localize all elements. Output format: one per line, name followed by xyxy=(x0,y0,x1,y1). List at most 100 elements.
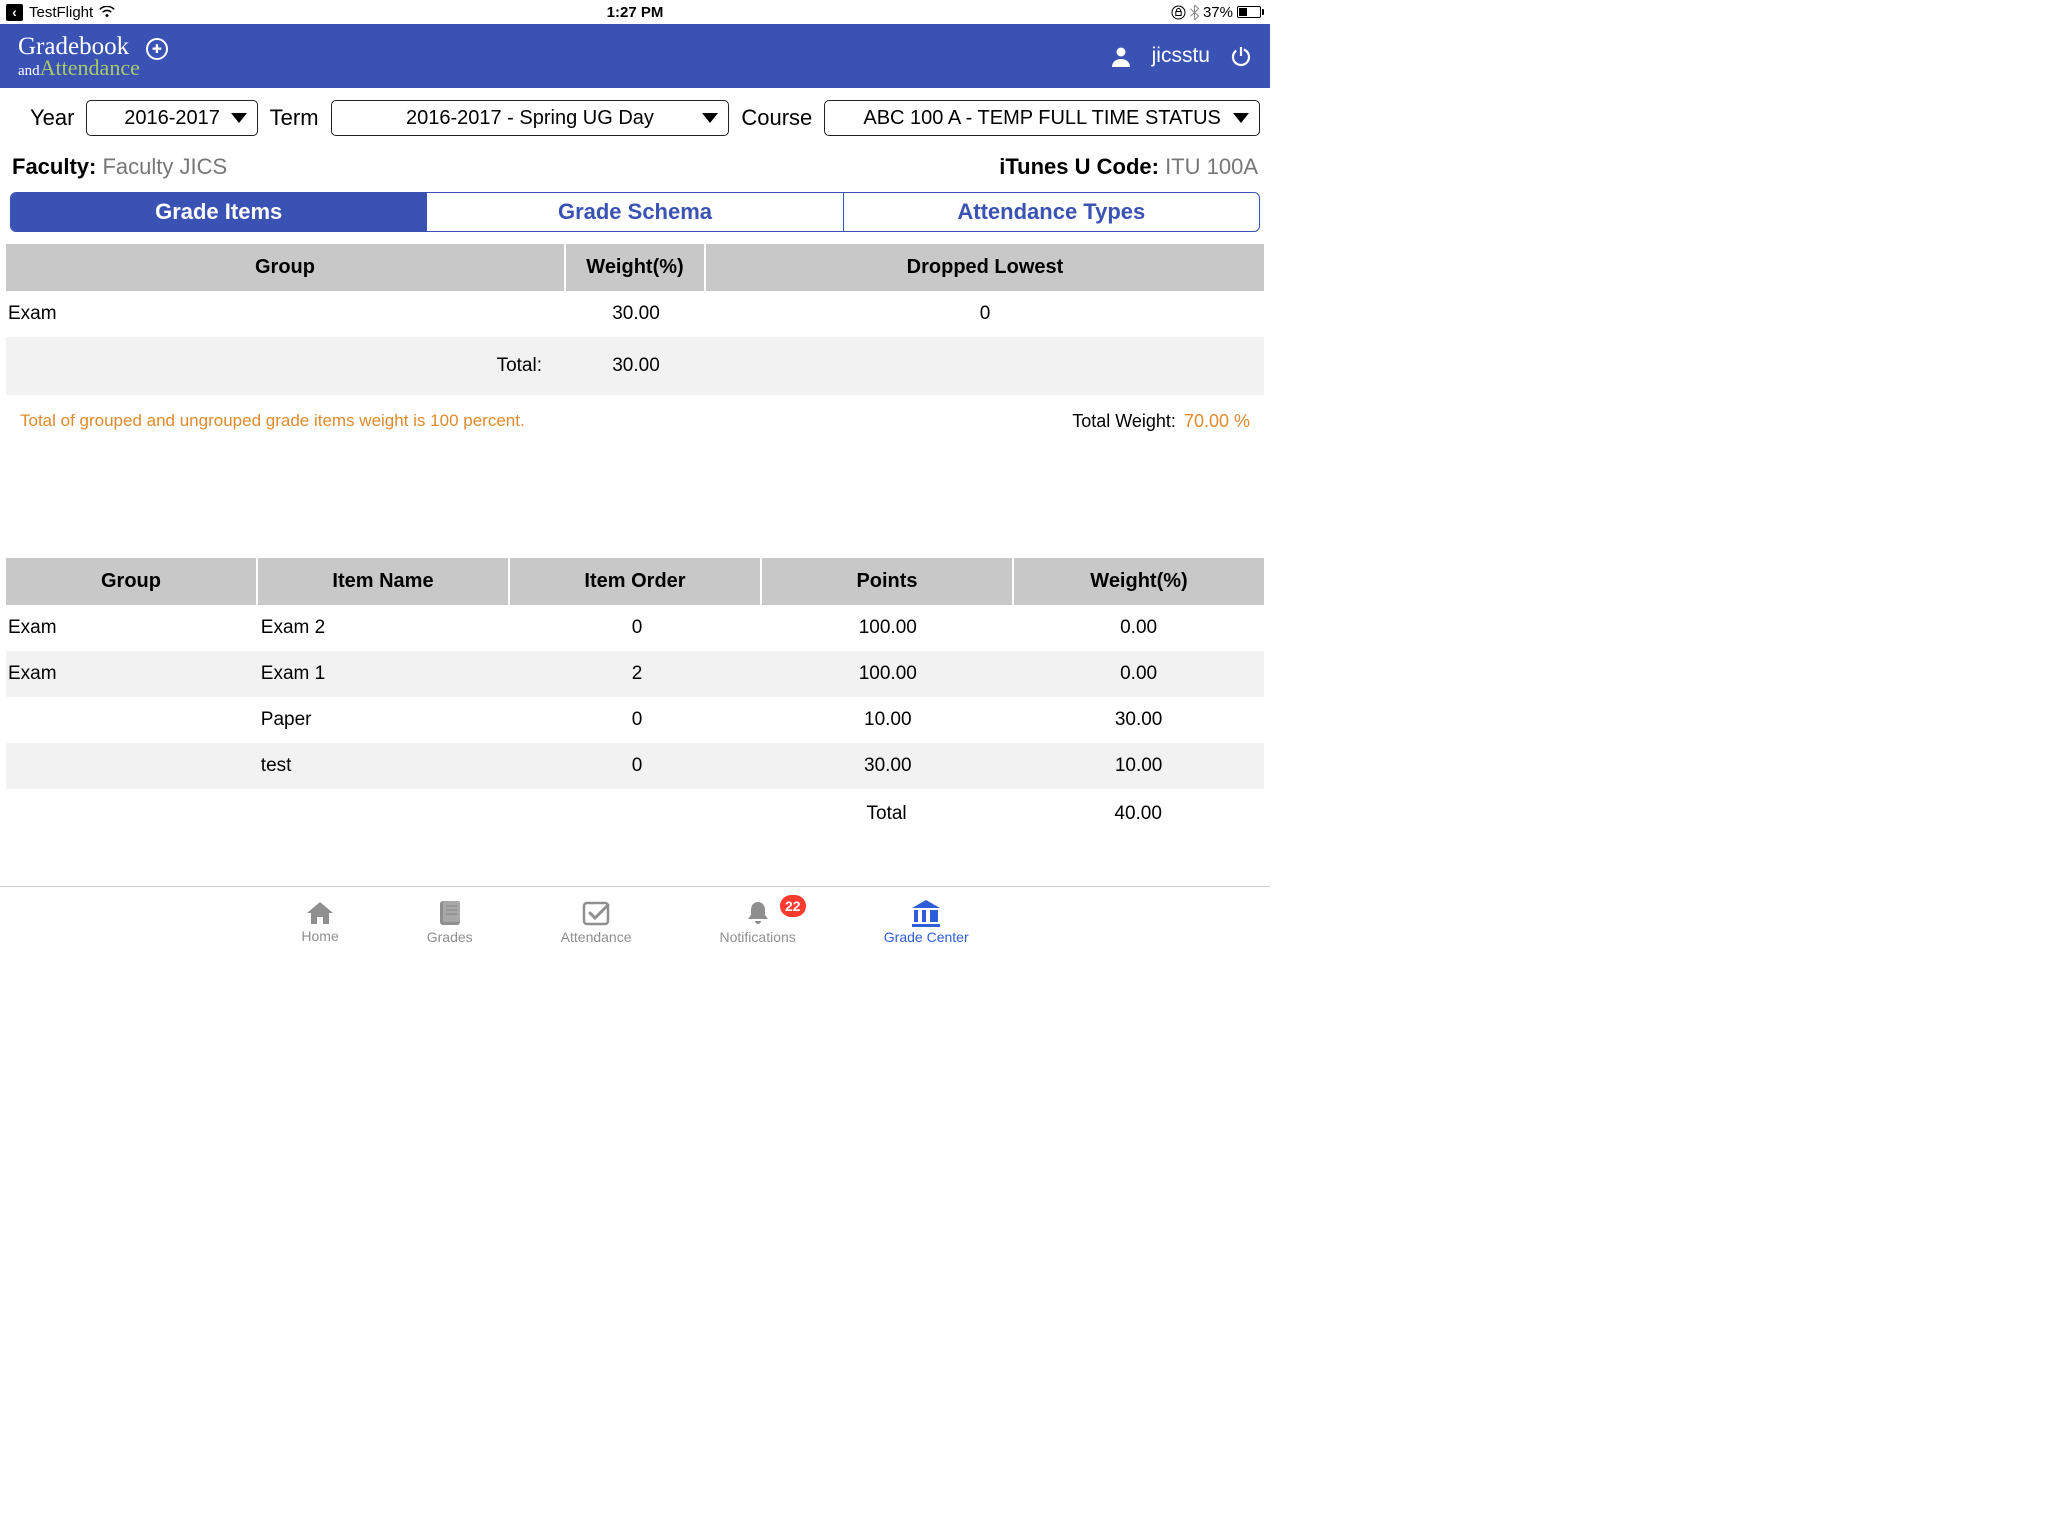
chevron-down-icon xyxy=(1233,113,1249,123)
items-total-label: Total xyxy=(761,789,1013,839)
term-value: 2016-2017 - Spring UG Day xyxy=(406,107,654,130)
course-dropdown[interactable]: ABC 100 A - TEMP FULL TIME STATUS xyxy=(824,100,1260,136)
cell: 30.00 xyxy=(762,743,1013,789)
cell: 10.00 xyxy=(1013,743,1264,789)
cell: Exam 2 xyxy=(259,605,512,651)
info-row: Faculty: Faculty JICS iTunes U Code: ITU… xyxy=(0,148,1270,192)
group-table-header: Group Weight(%) Dropped Lowest xyxy=(6,244,1264,291)
institution-icon xyxy=(910,899,942,927)
nav-attendance[interactable]: Attendance xyxy=(561,899,632,945)
battery-pct: 37% xyxy=(1203,4,1233,21)
col-group: Group xyxy=(6,244,566,291)
group-total-row: Total: 30.00 xyxy=(6,337,1264,395)
app-header: Gradebook andAttendance ✚ jicsstu xyxy=(0,24,1270,88)
bell-icon xyxy=(744,899,772,927)
faculty-label: Faculty: xyxy=(12,154,96,179)
nav-label: Notifications xyxy=(720,929,796,945)
cell: 0 xyxy=(512,697,763,743)
items-row: ExamExam 12100.000.00 xyxy=(6,651,1264,697)
col-weight: Weight(%) xyxy=(1014,558,1264,605)
nav-home[interactable]: Home xyxy=(301,900,338,944)
total-label: Total: xyxy=(6,347,566,385)
app-logo: Gradebook andAttendance ✚ xyxy=(18,34,168,79)
total-weight-label: Total Weight: xyxy=(1072,411,1176,431)
nav-label: Grades xyxy=(427,929,473,945)
itunes-value: ITU 100A xyxy=(1159,154,1258,179)
book-icon xyxy=(437,899,463,927)
items-row: Paper010.0030.00 xyxy=(6,697,1264,743)
cell: 0.00 xyxy=(1013,651,1264,697)
col-weight: Weight(%) xyxy=(566,244,706,291)
group-weight: 30.00 xyxy=(566,291,706,337)
course-label: Course xyxy=(741,105,812,131)
cell xyxy=(6,743,259,789)
chevron-down-icon xyxy=(231,113,247,123)
cell: Exam xyxy=(6,605,259,651)
cell: 30.00 xyxy=(1013,697,1264,743)
items-row: ExamExam 20100.000.00 xyxy=(6,605,1264,651)
tab-attendance-types[interactable]: Attendance Types xyxy=(844,193,1259,231)
group-dropped: 0 xyxy=(706,291,1264,337)
user-icon[interactable] xyxy=(1110,45,1132,67)
col-group: Group xyxy=(6,558,258,605)
logo-attendance: Attendance xyxy=(40,55,140,80)
nav-notifications[interactable]: 22 Notifications xyxy=(720,899,796,945)
col-item-order: Item Order xyxy=(510,558,762,605)
col-points: Points xyxy=(762,558,1014,605)
term-dropdown[interactable]: 2016-2017 - Spring UG Day xyxy=(331,100,730,136)
items-body: ExamExam 20100.000.00ExamExam 12100.000.… xyxy=(0,605,1270,789)
weight-note: Total of grouped and ungrouped grade ite… xyxy=(20,411,525,432)
back-app-name: TestFlight xyxy=(29,4,93,21)
bluetooth-icon xyxy=(1190,5,1199,20)
nav-label: Grade Center xyxy=(884,929,969,945)
items-total-weight: 40.00 xyxy=(1012,789,1264,839)
battery-icon xyxy=(1237,6,1264,18)
tab-grade-items[interactable]: Grade Items xyxy=(11,193,427,231)
cell: 0 xyxy=(512,743,763,789)
cell: 100.00 xyxy=(762,651,1013,697)
faculty-value: Faculty JICS xyxy=(96,154,227,179)
check-icon xyxy=(581,899,611,927)
total-weight-value: 70.00 % xyxy=(1184,411,1250,431)
home-icon xyxy=(305,900,335,926)
year-label: Year xyxy=(30,105,74,131)
nav-grade-center[interactable]: Grade Center xyxy=(884,899,969,945)
bottom-nav: Home Grades Attendance 22 Notifications … xyxy=(0,886,1270,952)
notification-badge: 22 xyxy=(780,895,806,917)
cell: test xyxy=(259,743,512,789)
col-item-name: Item Name xyxy=(258,558,510,605)
logo-crest-icon: ✚ xyxy=(146,38,168,60)
filter-row: Year 2016-2017 Term 2016-2017 - Spring U… xyxy=(0,88,1270,148)
year-value: 2016-2017 xyxy=(124,107,220,130)
course-value: ABC 100 A - TEMP FULL TIME STATUS xyxy=(863,107,1221,130)
nav-label: Home xyxy=(301,928,338,944)
status-time: 1:27 PM xyxy=(607,4,664,21)
items-table-header: Group Item Name Item Order Points Weight… xyxy=(6,558,1264,605)
status-bar: ‹ TestFlight 1:27 PM 37% xyxy=(0,0,1270,24)
items-row: test030.0010.00 xyxy=(6,743,1264,789)
tab-bar: Grade Items Grade Schema Attendance Type… xyxy=(10,192,1260,232)
chevron-down-icon xyxy=(702,113,718,123)
cell: 0 xyxy=(512,605,763,651)
note-row: Total of grouped and ungrouped grade ite… xyxy=(0,395,1270,448)
nav-label: Attendance xyxy=(561,929,632,945)
power-icon[interactable] xyxy=(1230,45,1252,67)
wifi-icon xyxy=(99,6,115,18)
nav-grades[interactable]: Grades xyxy=(427,899,473,945)
status-left: ‹ TestFlight xyxy=(6,4,115,21)
year-dropdown[interactable]: 2016-2017 xyxy=(86,100,257,136)
cell: Exam 1 xyxy=(259,651,512,697)
tab-grade-schema[interactable]: Grade Schema xyxy=(427,193,843,231)
back-app-icon[interactable]: ‹ xyxy=(6,4,23,21)
cell: Exam xyxy=(6,651,259,697)
cell: Paper xyxy=(259,697,512,743)
username[interactable]: jicsstu xyxy=(1152,44,1210,68)
term-label: Term xyxy=(270,105,319,131)
cell: 2 xyxy=(512,651,763,697)
items-total-row: Total 40.00 xyxy=(6,789,1264,839)
cell: 100.00 xyxy=(762,605,1013,651)
logo-and: and xyxy=(18,63,40,79)
col-dropped: Dropped Lowest xyxy=(706,244,1264,291)
cell: 0.00 xyxy=(1013,605,1264,651)
total-weight: 30.00 xyxy=(566,347,706,385)
